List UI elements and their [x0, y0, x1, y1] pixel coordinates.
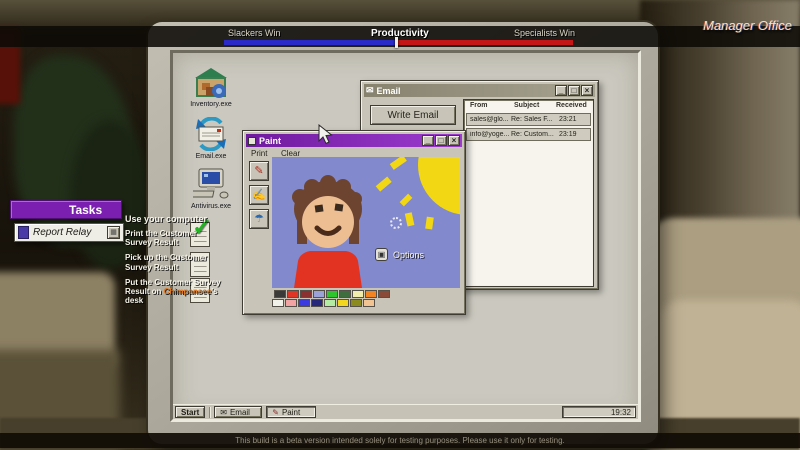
mouse-cursor	[318, 124, 333, 145]
progress-marker	[395, 37, 398, 48]
taskbar-clock: 19:32	[562, 406, 636, 418]
email-row[interactable]: info@yoge... Re: Custom... 23:19	[466, 128, 591, 141]
active-task-row[interactable]: Report Relay ▦	[14, 223, 124, 242]
task-pin-button[interactable]: ▦	[107, 226, 120, 239]
aim-reticle	[390, 217, 402, 229]
brush-icon: ✎	[272, 408, 279, 417]
paint-canvas[interactable]	[272, 157, 460, 288]
email-window-title: Email	[377, 86, 401, 96]
color-swatch[interactable]	[350, 299, 362, 307]
email-received: 23:19	[559, 131, 577, 138]
color-swatch[interactable]	[352, 290, 364, 298]
beta-banner-text: This build is a beta version intended so…	[235, 436, 565, 445]
color-swatch[interactable]	[274, 290, 286, 298]
desktop-icon-label: Email.exe	[189, 153, 233, 160]
options-prompt: ▣ Options	[375, 248, 424, 261]
computer-screen: Inventory.exe Email.exe	[170, 50, 641, 422]
start-button[interactable]: Start	[175, 406, 205, 418]
objective-item: Pick up the Customer Survey Result	[125, 253, 221, 271]
productivity-label: Productivity	[371, 28, 429, 39]
objective-item: Print the Customer Survey Result	[125, 229, 221, 247]
email-row[interactable]: sales@glo... Re: Sales F... 23:21	[466, 113, 591, 126]
taskbar-paint-button[interactable]: ✎ Paint	[266, 406, 316, 418]
slackers-win-label: Slackers Win	[228, 28, 281, 38]
objective-header: Use your computer	[125, 214, 221, 224]
color-swatch[interactable]	[337, 299, 349, 307]
email-from: sales@glo...	[467, 116, 511, 123]
color-swatch[interactable]	[287, 290, 299, 298]
slackers-progress	[224, 40, 396, 45]
antivirus-icon	[193, 167, 229, 201]
game-scene: Inventory.exe Email.exe	[0, 0, 800, 450]
options-label: Options	[393, 250, 424, 260]
envelope-icon: ✉	[220, 408, 227, 417]
column-header-received: Received	[556, 102, 587, 109]
desktop-icon-antivirus[interactable]: Antivirus.exe	[189, 167, 233, 210]
pencil-tool[interactable]: ✎	[249, 161, 269, 181]
column-header-from: From	[470, 102, 488, 109]
paint-window-titlebar[interactable]: Paint _ □ ×	[246, 134, 462, 147]
taskbar-divider	[209, 407, 210, 418]
tasks-title: Tasks	[69, 203, 102, 217]
color-swatch[interactable]	[272, 299, 284, 307]
tasks-panel-header: Tasks	[10, 200, 122, 219]
envelope-icon: ✉	[366, 85, 374, 96]
objective-item-final: Put the Customer Survey Result on Chimpa…	[125, 278, 221, 306]
color-swatch[interactable]	[298, 299, 310, 307]
active-task-name: Report Relay	[33, 227, 91, 238]
task-color-chip	[18, 226, 29, 239]
maximize-button[interactable]: □	[568, 85, 580, 96]
productivity-progress	[224, 40, 573, 45]
inventory-icon	[194, 67, 228, 99]
email-from: info@yoge...	[467, 131, 511, 138]
color-swatch[interactable]	[324, 299, 336, 307]
email-received: 23:21	[559, 116, 577, 123]
email-icon	[193, 117, 229, 151]
productivity-bar: Slackers Win Productivity Specialists Wi…	[0, 26, 800, 47]
color-swatch[interactable]	[300, 290, 312, 298]
objective-target-name: Chimpansee	[164, 287, 212, 296]
color-swatch[interactable]	[365, 290, 377, 298]
close-button[interactable]: ×	[448, 135, 460, 146]
specialists-progress	[396, 40, 573, 45]
close-button[interactable]: ×	[581, 85, 593, 96]
color-swatch[interactable]	[363, 299, 375, 307]
write-email-button[interactable]: Write Email	[370, 105, 456, 125]
email-subject: Re: Custom...	[511, 131, 559, 138]
location-label: Manager Office	[703, 18, 792, 33]
color-swatch[interactable]	[285, 299, 297, 307]
fill-tool[interactable]: ☂	[249, 209, 269, 229]
color-swatch[interactable]	[326, 290, 338, 298]
taskbar-email-button[interactable]: ✉ Email	[214, 406, 262, 418]
color-swatch[interactable]	[311, 299, 323, 307]
desktop-icon-email[interactable]: Email.exe	[189, 117, 233, 160]
email-subject: Re: Sales F...	[511, 116, 559, 123]
maximize-button[interactable]: □	[435, 135, 447, 146]
desktop-icon-inventory[interactable]: Inventory.exe	[189, 67, 233, 108]
eraser-tool[interactable]: ✍	[249, 185, 269, 205]
color-swatch[interactable]	[339, 290, 351, 298]
menu-print[interactable]: Print	[251, 149, 267, 158]
minimize-button[interactable]: _	[422, 135, 434, 146]
specialists-win-label: Specialists Win	[514, 28, 575, 38]
color-swatch[interactable]	[313, 290, 325, 298]
paint-app-icon	[248, 137, 256, 145]
email-window-titlebar[interactable]: ✉ Email _ □ ×	[364, 84, 595, 97]
objectives-list: Use your computer Print the Customer Sur…	[125, 214, 221, 311]
column-header-subject: Subject	[514, 102, 539, 109]
paint-window: Paint _ □ × Print Clear ✎ ✍ ☂	[242, 130, 466, 315]
minimize-button[interactable]: _	[555, 85, 567, 96]
paint-window-title: Paint	[259, 136, 281, 146]
color-swatch[interactable]	[378, 290, 390, 298]
desktop-icon-label: Inventory.exe	[189, 101, 233, 108]
beta-banner: This build is a beta version intended so…	[0, 433, 800, 448]
desktop-icon-label: Antivirus.exe	[189, 203, 233, 210]
taskbar: Start ✉ Email ✎ Paint 19:32	[173, 404, 638, 419]
options-key-icon[interactable]: ▣	[375, 248, 388, 261]
email-list: From Subject Received sales@glo... Re: S…	[463, 99, 594, 287]
